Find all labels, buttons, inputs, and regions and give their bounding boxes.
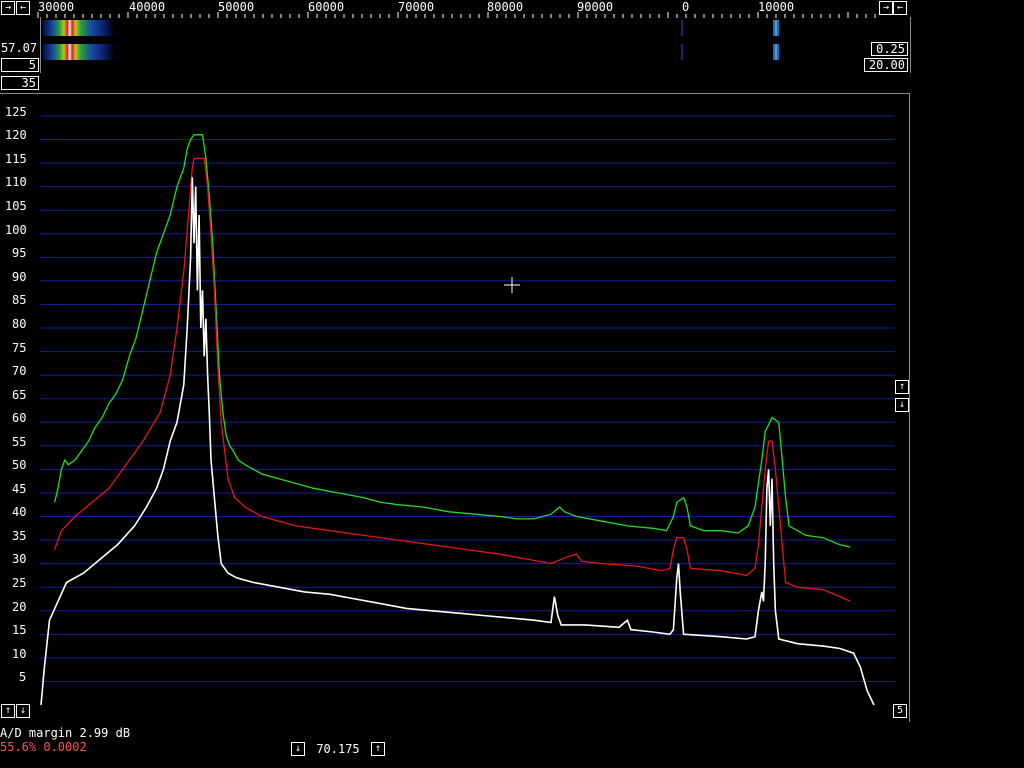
y-label-60: 60 bbox=[12, 411, 26, 425]
cpu-load-text: 55.6% 0.0002 bbox=[0, 740, 87, 754]
waterfall-avg-box[interactable]: 5 bbox=[1, 58, 39, 72]
white-trace bbox=[40, 177, 875, 706]
ruler-label-50000: 50000 bbox=[218, 0, 254, 14]
waterfall-peak-0b bbox=[681, 44, 683, 60]
y-label-90: 90 bbox=[12, 270, 26, 284]
ruler-label-60000: 60000 bbox=[308, 0, 344, 14]
ad-margin-text: A/D margin 2.99 dB bbox=[0, 726, 131, 740]
scroll-left-arrow[interactable]: ← bbox=[16, 1, 30, 15]
spectrum-display[interactable]: 125 120 115 110 105 100 95 90 85 80 75 7… bbox=[0, 94, 909, 721]
y-label-100: 100 bbox=[5, 223, 27, 237]
y-label-45: 45 bbox=[12, 482, 26, 496]
y-label-125: 125 bbox=[5, 105, 27, 119]
y-label-35: 35 bbox=[12, 529, 26, 543]
waterfall-gain-value: 57.07 bbox=[1, 41, 38, 55]
y-label-120: 120 bbox=[5, 128, 27, 142]
ruler-label-30000: 30000 bbox=[38, 0, 74, 14]
y-axis-labels: 125 120 115 110 105 100 95 90 85 80 75 7… bbox=[5, 105, 27, 684]
y-label-80: 80 bbox=[12, 317, 26, 331]
freq-value-field[interactable]: 70.175 bbox=[306, 742, 370, 756]
waterfall-peak-10k-core bbox=[775, 20, 777, 36]
y-label-95: 95 bbox=[12, 246, 26, 260]
ruler-label-10000: 10000 bbox=[758, 0, 794, 14]
waterfall-peak-10k-coreb bbox=[775, 44, 777, 60]
y-label-70: 70 bbox=[12, 364, 26, 378]
y-label-20: 20 bbox=[12, 600, 26, 614]
ruler-label-80000: 80000 bbox=[487, 0, 523, 14]
y-label-85: 85 bbox=[12, 293, 26, 307]
baseline-down-button[interactable]: ↓ bbox=[16, 704, 30, 718]
red-trace bbox=[53, 157, 851, 602]
waterfall-right-bottom-box[interactable]: 20.00 bbox=[864, 58, 908, 72]
freq-up-button[interactable]: ↑ bbox=[371, 742, 385, 756]
ruler-label-0: 0 bbox=[682, 0, 689, 14]
y-label-15: 15 bbox=[12, 623, 26, 637]
y-label-115: 115 bbox=[5, 152, 27, 166]
y-label-75: 75 bbox=[12, 341, 26, 355]
spectrum-right-bottom-box[interactable]: 5 bbox=[893, 704, 907, 718]
zoom-down-button[interactable]: ↓ bbox=[895, 398, 909, 412]
y-label-55: 55 bbox=[12, 435, 26, 449]
y-label-10: 10 bbox=[12, 647, 26, 661]
y-label-30: 30 bbox=[12, 552, 26, 566]
freq-down-button[interactable]: ↓ bbox=[291, 742, 305, 756]
ruler-label-70000: 70000 bbox=[398, 0, 434, 14]
y-label-25: 25 bbox=[12, 576, 26, 590]
waterfall-top-box[interactable]: 35 bbox=[1, 76, 39, 90]
zoom-up-button[interactable]: ↑ bbox=[895, 380, 909, 394]
frequency-ruler: 30000 40000 50000 60000 70000 80000 9000… bbox=[37, 0, 876, 18]
waterfall-display[interactable] bbox=[41, 17, 901, 73]
spectrum-traces bbox=[40, 134, 875, 706]
green-trace bbox=[53, 134, 851, 548]
scroll-left-arrow-2[interactable]: ← bbox=[893, 1, 907, 15]
crosshair-cursor-icon bbox=[504, 277, 520, 293]
y-label-110: 110 bbox=[5, 175, 27, 189]
baseline-up-button[interactable]: ↑ bbox=[1, 704, 15, 718]
ruler-label-90000: 90000 bbox=[577, 0, 613, 14]
scroll-right-arrow-2[interactable]: → bbox=[879, 1, 893, 15]
y-label-105: 105 bbox=[5, 199, 27, 213]
waterfall-right-top-box[interactable]: 0.25 bbox=[871, 42, 908, 56]
y-label-50: 50 bbox=[12, 458, 26, 472]
y-label-5: 5 bbox=[19, 670, 26, 684]
waterfall-row-bottom bbox=[41, 44, 271, 60]
spectrum-grid bbox=[40, 115, 895, 682]
y-label-40: 40 bbox=[12, 505, 26, 519]
scroll-right-arrow[interactable]: → bbox=[1, 1, 15, 15]
y-label-65: 65 bbox=[12, 388, 26, 402]
waterfall-row-top bbox=[41, 20, 271, 36]
ruler-label-40000: 40000 bbox=[129, 0, 165, 14]
waterfall-peak-0 bbox=[681, 20, 683, 36]
